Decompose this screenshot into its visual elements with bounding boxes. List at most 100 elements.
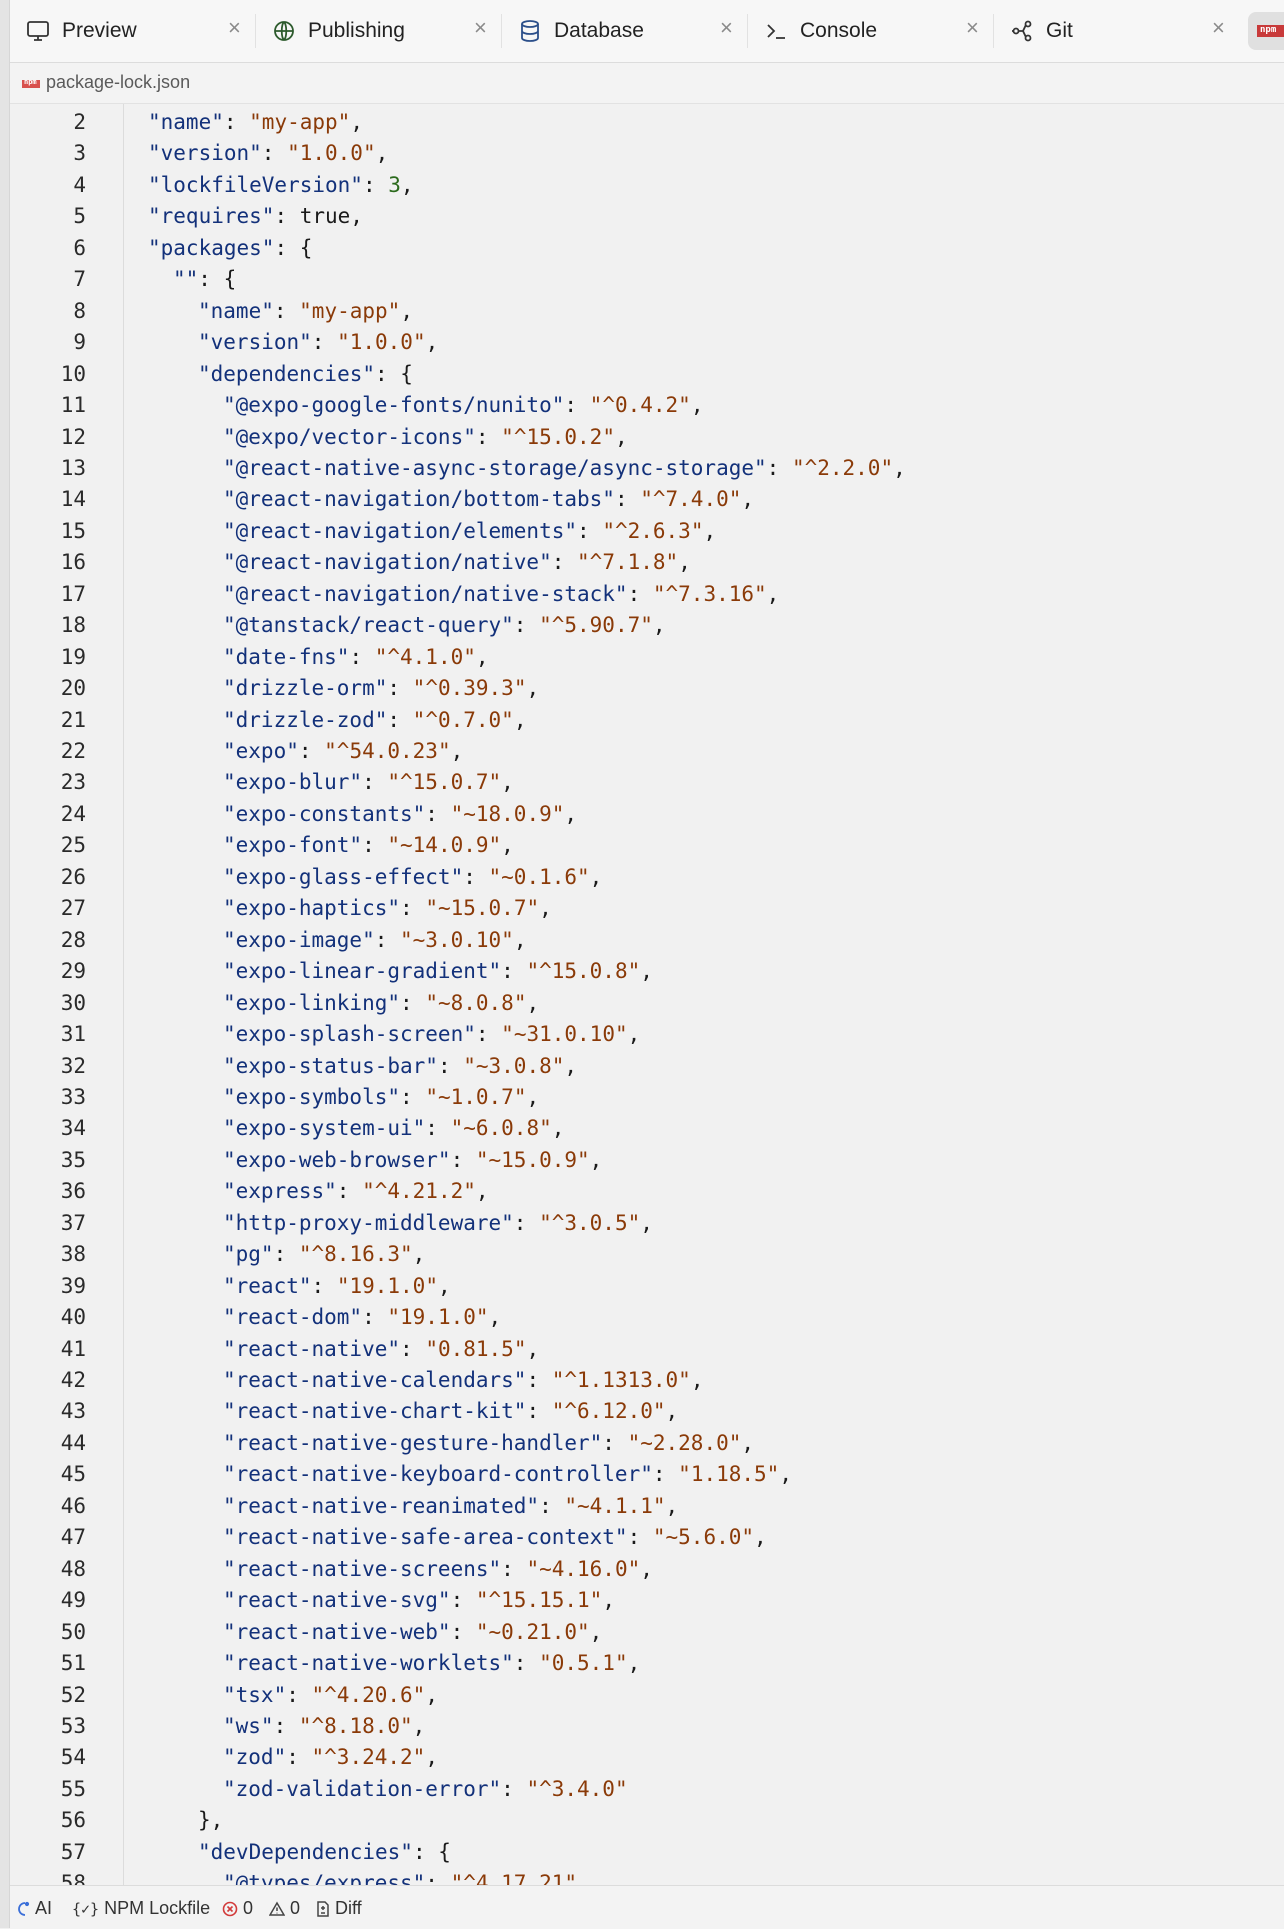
code-line[interactable]: 5 "requires": true, — [10, 201, 1284, 232]
code-editor[interactable]: 2 "name": "my-app", 3 "version": "1.0.0", 4 "… — [10, 103, 1284, 1886]
tab-preview[interactable]: Preview × — [10, 0, 256, 62]
code-text: "expo-web-browser": "~15.0.9", — [223, 1145, 602, 1176]
code-line[interactable]: 23 "expo-blur": "^15.0.7", — [10, 767, 1284, 798]
code-text: "@react-navigation/bottom-tabs": "^7.4.0… — [223, 484, 754, 515]
code-line[interactable]: 15 "@react-navigation/elements": "^2.6.3"… — [10, 516, 1284, 547]
tab-console[interactable]: Console × — [748, 0, 994, 62]
json-punctuation: : — [450, 1619, 476, 1644]
code-line[interactable]: 54 "zod": "^3.24.2", — [10, 1742, 1284, 1773]
language-mode[interactable]: {✓} NPM Lockfile — [72, 1898, 210, 1918]
code-line[interactable]: 32 "expo-status-bar": "~3.0.8", — [10, 1051, 1284, 1082]
code-line[interactable]: 25 "expo-font": "~14.0.9", — [10, 830, 1284, 861]
code-line[interactable]: 42 "react-native-calendars": "^1.1313.0", — [10, 1365, 1284, 1396]
close-icon[interactable]: × — [1212, 17, 1225, 39]
code-line[interactable]: 7 "": { — [10, 264, 1284, 295]
code-line[interactable]: 27 "expo-haptics": "~15.0.7", — [10, 893, 1284, 924]
json-punctuation: : — [652, 1462, 679, 1487]
tab-git[interactable]: Git × — [994, 0, 1240, 62]
diff-button[interactable]: Diff — [316, 1898, 362, 1918]
code-line[interactable]: 41 "react-native": "0.81.5", — [10, 1334, 1284, 1365]
tab-publishing[interactable]: Publishing × — [256, 0, 502, 62]
code-line[interactable]: 26 "expo-glass-effect": "~0.1.6", — [10, 862, 1284, 893]
breadcrumb-file[interactable]: package-lock.json — [46, 72, 190, 93]
code-line[interactable]: 34 "expo-system-ui": "~6.0.8", — [10, 1113, 1284, 1144]
code-line[interactable]: 4 "lockfileVersion": 3, — [10, 170, 1284, 201]
code-line[interactable]: 3 "version": "1.0.0", — [10, 138, 1284, 169]
code-line[interactable]: 51 "react-native-worklets": "0.5.1", — [10, 1648, 1284, 1679]
warning-count-value: 0 — [290, 1898, 301, 1918]
line-number: 19 — [60, 644, 86, 669]
code-line[interactable]: 58 "@types/express": "^4.17.21" — [10, 1868, 1284, 1886]
code-line[interactable]: 37 "http-proxy-middleware": "^3.0.5", — [10, 1208, 1284, 1239]
code-line[interactable]: 46 "react-native-reanimated": "~4.1.1", — [10, 1491, 1284, 1522]
code-line[interactable]: 49 "react-native-svg": "^15.15.1", — [10, 1585, 1284, 1616]
code-line[interactable]: 53 "ws": "^8.18.0", — [10, 1711, 1284, 1742]
close-icon[interactable]: × — [966, 17, 979, 39]
code-line[interactable]: 8 "name": "my-app", — [10, 296, 1284, 327]
code-line[interactable]: 22 "expo": "^54.0.23", — [10, 736, 1284, 767]
code-line[interactable]: 40 "react-dom": "19.1.0", — [10, 1302, 1284, 1333]
code-line[interactable]: 31 "expo-splash-screen": "~31.0.10", — [10, 1019, 1284, 1050]
code-line[interactable]: 47 "react-native-safe-area-context": "~5.… — [10, 1522, 1284, 1553]
code-text: "@expo-google-fonts/nunito": "^0.4.2", — [223, 390, 703, 421]
code-line[interactable]: 28 "expo-image": "~3.0.10", — [10, 925, 1284, 956]
json-key: "expo-linear-gradient" — [223, 959, 502, 984]
code-line[interactable]: 30 "expo-linking": "~8.0.8", — [10, 988, 1284, 1019]
json-string: "0.81.5" — [425, 1336, 527, 1361]
code-line[interactable]: 55 "zod-validation-error": "^3.4.0" — [10, 1774, 1284, 1805]
tab-bar: Preview × Publishing × Database × Consol… — [10, 0, 1284, 63]
json-key: "tsx" — [223, 1682, 287, 1707]
close-icon[interactable]: × — [720, 17, 733, 39]
close-icon[interactable]: × — [474, 17, 487, 39]
json-key: "expo-constants" — [223, 801, 426, 826]
code-line[interactable]: 17 "@react-navigation/native-stack": "^7.… — [10, 579, 1284, 610]
json-key: "devDependencies" — [198, 1839, 413, 1864]
code-line[interactable]: 2 "name": "my-app", — [10, 107, 1284, 138]
code-line[interactable]: 10 "dependencies": { — [10, 359, 1284, 390]
code-line[interactable]: 48 "react-native-screens": "~4.16.0", — [10, 1554, 1284, 1585]
code-line[interactable]: 6 "packages": { — [10, 233, 1284, 264]
json-punctuation: , — [602, 1588, 615, 1613]
code-line[interactable]: 18 "@tanstack/react-query": "^5.90.7", — [10, 610, 1284, 641]
code-line[interactable]: 24 "expo-constants": "~18.0.9", — [10, 799, 1284, 830]
error-count[interactable]: 0 — [222, 1898, 253, 1918]
code-line[interactable]: 21 "drizzle-zod": "^0.7.0", — [10, 705, 1284, 736]
code-line[interactable]: 35 "expo-web-browser": "~15.0.9", — [10, 1145, 1284, 1176]
code-line[interactable]: 36 "express": "^4.21.2", — [10, 1176, 1284, 1207]
code-line[interactable]: 9 "version": "1.0.0", — [10, 327, 1284, 358]
json-punctuation: , — [640, 1556, 653, 1581]
code-line[interactable]: 20 "drizzle-orm": "^0.39.3", — [10, 673, 1284, 704]
line-number: 29 — [60, 959, 86, 984]
json-punctuation: , — [627, 1022, 641, 1047]
code-line[interactable]: 57 "devDependencies": { — [10, 1837, 1284, 1868]
code-line[interactable]: 11 "@expo-google-fonts/nunito": "^0.4.2", — [10, 390, 1284, 421]
json-punctuation: : — [614, 487, 641, 512]
code-line[interactable]: 39 "react": "19.1.0", — [10, 1271, 1284, 1302]
json-punctuation: : { — [375, 361, 413, 386]
code-line[interactable]: 14 "@react-navigation/bottom-tabs": "^7.4… — [10, 484, 1284, 515]
json-string: "^6.12.0" — [551, 1399, 666, 1424]
tab-npm-partial[interactable]: npm — [1248, 12, 1284, 50]
close-icon[interactable]: × — [228, 17, 241, 39]
code-line[interactable]: 38 "pg": "^8.16.3", — [10, 1239, 1284, 1270]
code-line[interactable]: 12 "@expo/vector-icons": "^15.0.2", — [10, 422, 1284, 453]
code-line[interactable]: 45 "react-native-keyboard-controller": "1… — [10, 1459, 1284, 1490]
json-key: "packages" — [148, 235, 275, 260]
json-punctuation: , — [564, 1053, 578, 1078]
code-line[interactable]: 16 "@react-navigation/native": "^7.1.8", — [10, 547, 1284, 578]
code-line[interactable]: 33 "expo-symbols": "~1.0.7", — [10, 1082, 1284, 1113]
json-punctuation: : — [425, 1116, 451, 1141]
code-line[interactable]: 43 "react-native-chart-kit": "^6.12.0", — [10, 1396, 1284, 1427]
code-text: "@react-navigation/native-stack": "^7.3.… — [223, 579, 779, 610]
code-line[interactable]: 50 "react-native-web": "~0.21.0", — [10, 1617, 1284, 1648]
ai-status[interactable]: AI — [16, 1898, 52, 1918]
code-line[interactable]: 13 "@react-native-async-storage/async-sto… — [10, 453, 1284, 484]
code-line[interactable]: 56}, — [10, 1805, 1284, 1836]
code-line[interactable]: 19 "date-fns": "^4.1.0", — [10, 642, 1284, 673]
code-line[interactable]: 44 "react-native-gesture-handler": "~2.28… — [10, 1428, 1284, 1459]
code-line[interactable]: 29 "expo-linear-gradient": "^15.0.8", — [10, 956, 1284, 987]
json-punctuation: : — [362, 172, 389, 197]
tab-database[interactable]: Database × — [502, 0, 748, 62]
code-line[interactable]: 52 "tsx": "^4.20.6", — [10, 1680, 1284, 1711]
warning-count[interactable]: 0 — [269, 1898, 300, 1918]
